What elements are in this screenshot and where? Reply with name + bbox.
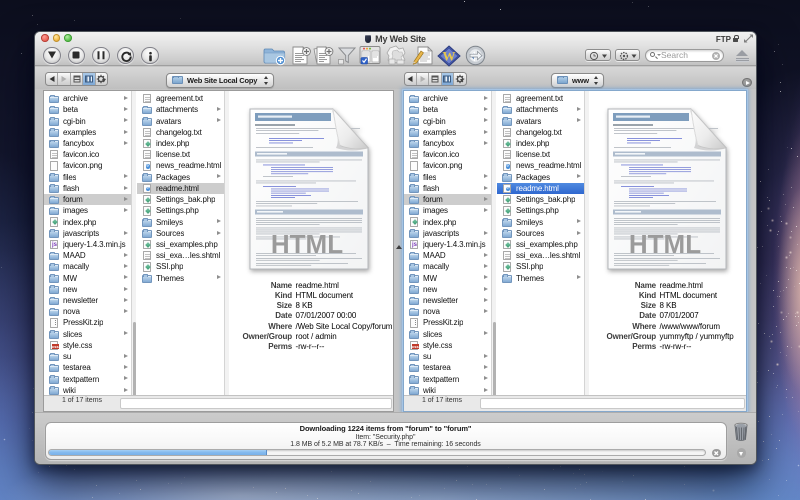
svg-text:HTML: HTML bbox=[629, 229, 701, 259]
svg-text:HTML: HTML bbox=[271, 229, 343, 259]
svg-text:W: W bbox=[443, 49, 456, 64]
